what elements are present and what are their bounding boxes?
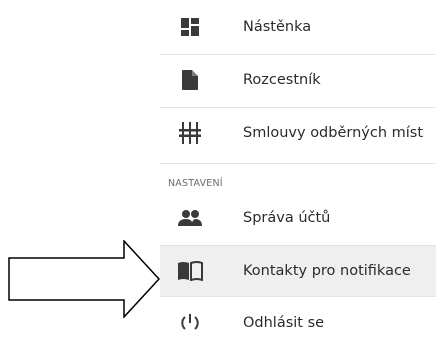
menu-item-label: Nástěnka bbox=[243, 19, 312, 35]
menu-item-label: Rozcestník bbox=[243, 72, 321, 88]
meter-icon bbox=[176, 119, 204, 147]
dashboard-icon bbox=[176, 13, 204, 41]
arrow-right-outline-icon bbox=[8, 240, 160, 318]
section-header-settings: NASTAVENÍ bbox=[168, 178, 223, 189]
menu-item-label: Odhlásit se bbox=[243, 315, 325, 331]
navigation-menu: Nástěnka Rozcestník Smlouvy odběrných mí… bbox=[160, 0, 436, 338]
divider bbox=[160, 296, 436, 297]
document-icon bbox=[176, 66, 204, 94]
menu-item-account-management[interactable]: Správa účtů bbox=[160, 193, 436, 243]
book-icon bbox=[176, 257, 204, 285]
divider bbox=[160, 163, 436, 164]
people-icon bbox=[176, 204, 204, 232]
menu-item-label: Správa účtů bbox=[243, 210, 331, 226]
menu-item-logout[interactable]: Odhlásit se bbox=[160, 298, 436, 338]
menu-item-notification-contacts[interactable]: Kontakty pro notifikace bbox=[160, 246, 436, 296]
menu-item-label: Smlouvy odběrných míst bbox=[243, 125, 424, 141]
menu-item-contracts[interactable]: Smlouvy odběrných míst bbox=[160, 108, 436, 158]
page: Nástěnka Rozcestník Smlouvy odběrných mí… bbox=[0, 0, 436, 338]
menu-item-crossroads[interactable]: Rozcestník bbox=[160, 55, 436, 105]
menu-item-label: Kontakty pro notifikace bbox=[243, 263, 411, 279]
power-icon bbox=[176, 309, 204, 337]
menu-item-dashboard[interactable]: Nástěnka bbox=[160, 2, 436, 52]
